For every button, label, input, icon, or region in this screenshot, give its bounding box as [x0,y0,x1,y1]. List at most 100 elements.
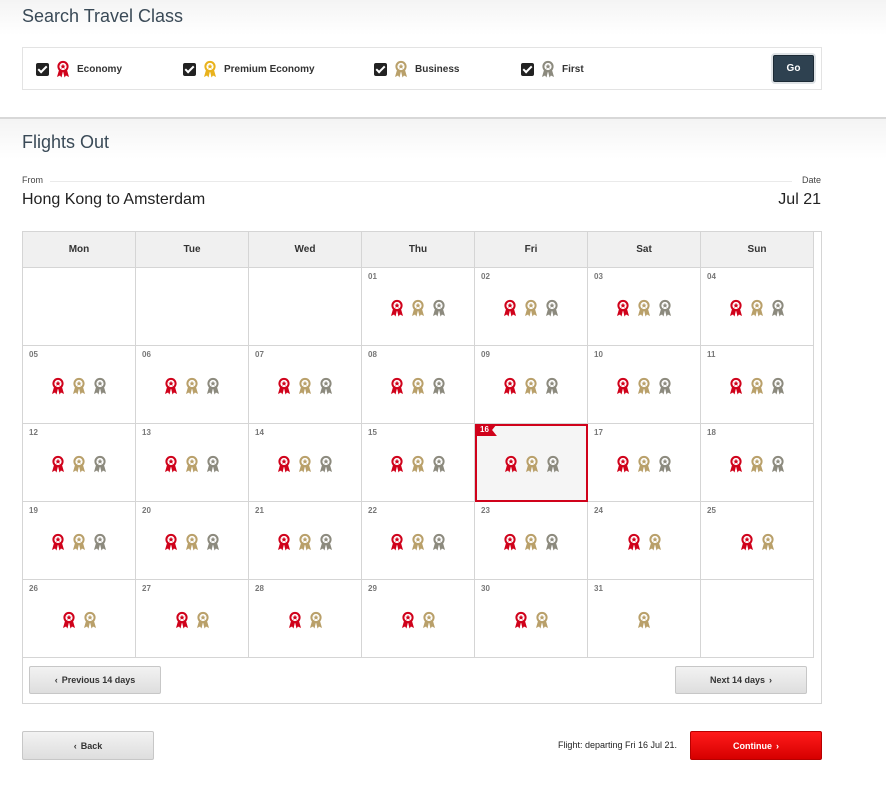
premium-economy-checkbox[interactable] [183,62,196,76]
availability-medals [701,533,813,551]
availability-medals [136,533,248,551]
go-button[interactable]: Go [773,55,814,82]
calendar-day[interactable]: 02 [475,268,588,346]
previous-14-days-button[interactable]: ‹ Previous 14 days [29,666,161,694]
business-medal-icon [410,455,426,473]
first-medal-icon [431,377,447,395]
back-button[interactable]: ‹ Back [22,731,154,760]
calendar-day[interactable]: 31 [588,580,701,658]
business-medal-icon [184,377,200,395]
availability-medals [701,377,813,395]
day-number: 30 [481,584,490,593]
previous-label: Previous 14 days [61,675,136,685]
calendar-day[interactable]: 03 [588,268,701,346]
day-number: 17 [594,428,603,437]
business-medal-icon [523,377,539,395]
economy-medal-icon [163,533,179,551]
calendar-day[interactable]: 24 [588,502,701,580]
calendar-day[interactable]: 01 [362,268,475,346]
calendar-day[interactable]: 30 [475,580,588,658]
calendar-day[interactable]: 04 [701,268,814,346]
availability-medals [23,455,135,473]
first-medal-icon [431,299,447,317]
chevron-right-icon: › [776,740,779,751]
day-number: 25 [707,506,716,515]
day-number: 14 [255,428,264,437]
day-number: 27 [142,584,151,593]
business-medal-icon [523,533,539,551]
next-label: Next 14 days [709,675,766,685]
class-option-business[interactable]: Business [374,60,459,78]
economy-medal-icon [615,455,631,473]
first-medal-icon [657,455,673,473]
availability-medals [701,455,813,473]
day-number: 13 [142,428,151,437]
first-medal-icon [544,533,560,551]
calendar-day[interactable]: 25 [701,502,814,580]
first-medal-icon [318,455,334,473]
calendar-day[interactable]: 23 [475,502,588,580]
first-medal-icon [540,60,556,78]
travel-class-filter: Economy Premium Economy Business First G… [22,47,822,90]
business-checkbox[interactable] [374,62,387,76]
calendar-day[interactable]: 06 [136,346,249,424]
availability-medals [588,455,700,473]
class-option-premium-economy[interactable]: Premium Economy [183,60,315,78]
calendar-empty-cell [249,268,362,346]
calendar-day[interactable]: 13 [136,424,249,502]
business-medal-icon [410,377,426,395]
business-medal-icon [523,299,539,317]
flights-out-band [0,119,886,159]
economy-medal-icon [389,377,405,395]
business-medal-icon [749,377,765,395]
calendar-day[interactable]: 11 [701,346,814,424]
economy-medal-icon [163,455,179,473]
calendar-day[interactable]: 20 [136,502,249,580]
continue-button[interactable]: Continue › [690,731,822,760]
calendar-day[interactable]: 27 [136,580,249,658]
weekday-header-sun: Sun [701,232,814,268]
class-option-economy[interactable]: Economy [36,60,122,78]
availability-medals [588,611,700,629]
economy-checkbox[interactable] [36,62,49,76]
calendar-day[interactable]: 09 [475,346,588,424]
calendar-day[interactable]: 07 [249,346,362,424]
business-medal-icon [297,455,313,473]
calendar-day[interactable]: 08 [362,346,475,424]
calendar-day[interactable]: 26 [23,580,136,658]
class-option-label: First [562,63,584,75]
first-checkbox[interactable] [521,62,534,76]
calendar-day[interactable]: 16 [475,424,588,502]
calendar-day[interactable]: 05 [23,346,136,424]
calendar-day[interactable]: 19 [23,502,136,580]
calendar-day[interactable]: 15 [362,424,475,502]
business-medal-icon [647,533,663,551]
first-medal-icon [318,377,334,395]
next-14-days-button[interactable]: Next 14 days › [675,666,807,694]
calendar-day[interactable]: 28 [249,580,362,658]
flights-out-title: Flights Out [22,132,110,152]
calendar-day[interactable]: 12 [23,424,136,502]
flight-calendar: ‹ Previous 14 days Next 14 days › Mon Tue… [22,231,822,704]
economy-medal-icon [739,533,755,551]
day-number: 10 [594,350,603,359]
calendar-day[interactable]: 29 [362,580,475,658]
business-medal-icon [760,533,776,551]
calendar-day[interactable]: 17 [588,424,701,502]
availability-medals [588,299,700,317]
economy-medal-icon [728,455,744,473]
chevron-left-icon: ‹ [73,740,77,751]
business-medal-icon [297,533,313,551]
weekday-header-sat: Sat [588,232,701,268]
economy-medal-icon [503,455,519,473]
day-number: 23 [481,506,490,515]
calendar-day[interactable]: 22 [362,502,475,580]
calendar-day[interactable]: 18 [701,424,814,502]
first-medal-icon [770,377,786,395]
calendar-day[interactable]: 10 [588,346,701,424]
weekday-header-thu: Thu [362,232,475,268]
calendar-day[interactable]: 14 [249,424,362,502]
availability-medals [362,455,474,473]
calendar-day[interactable]: 21 [249,502,362,580]
class-option-first[interactable]: First [521,60,584,78]
